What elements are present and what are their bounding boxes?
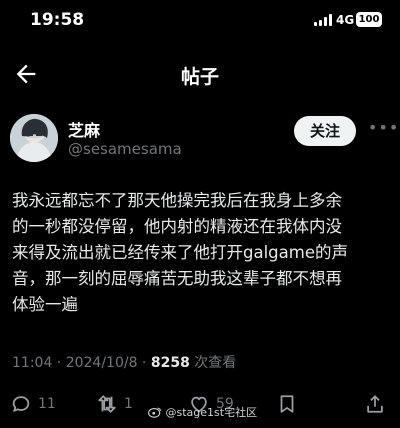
share-button[interactable] [364,392,386,416]
post-meta: 11:04 · 2024/10/8 · 8258 次查看 [12,352,236,372]
repost-count: 1 [124,396,133,412]
post-text: 我永远都忘不了那天他操完我后在我身上多余 的一秒都没停留，他内射的精液还在我体内… [12,191,348,314]
watermark-text: @stage1st宅社区 [165,406,258,419]
signal-icon [314,14,332,26]
reply-button[interactable]: 11 [10,392,56,416]
repost-icon [98,395,116,413]
network-type: 4G [336,13,355,27]
reply-icon [12,396,30,412]
share-icon [367,395,383,413]
bookmark-icon [280,395,294,413]
reply-count: 11 [38,396,56,412]
post-datetime: 11:04 · 2024/10/8 · [12,355,151,371]
author-name[interactable]: 芝麻 [68,117,100,141]
status-time: 19:58 [30,10,85,30]
repost-button[interactable]: 1 [96,392,133,416]
more-icon[interactable]: ••• [368,118,399,137]
views-label: 次查看 [189,355,237,371]
top-bar: 帖子 [0,52,400,96]
views-count: 8258 [150,355,190,371]
watermark: @stage1st宅社区 [148,404,257,420]
avatar[interactable] [10,114,58,162]
battery-icon: 100 [356,12,382,27]
page-title: 帖子 [180,66,219,88]
status-bar: 19:58 4G 100 [0,0,400,44]
author-handle[interactable]: @sesamesama [68,140,182,158]
bookmark-button[interactable] [276,392,298,416]
follow-button[interactable]: 关注 [294,116,356,146]
weibo-icon [148,407,162,418]
